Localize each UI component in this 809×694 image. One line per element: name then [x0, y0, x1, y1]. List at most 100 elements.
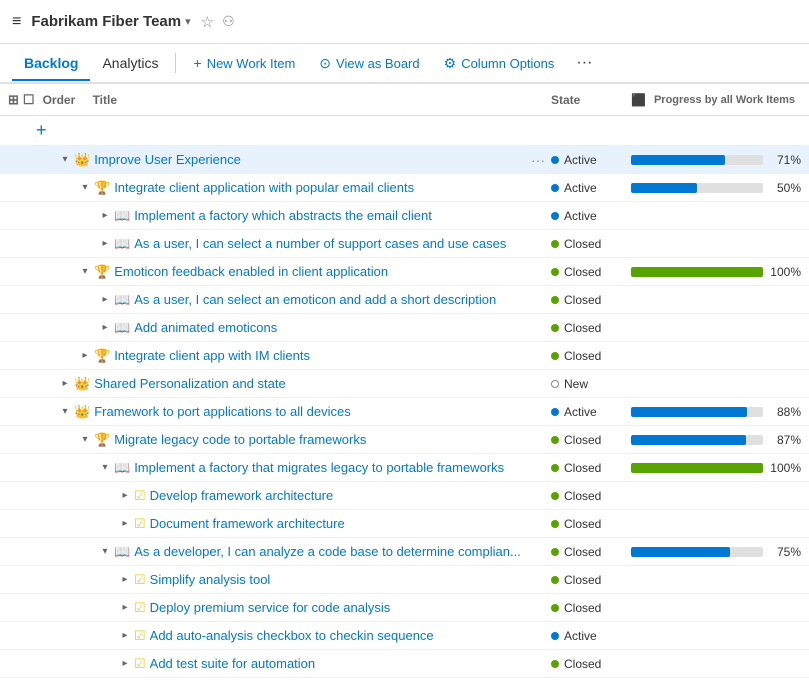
row-title[interactable]: Add test suite for automation: [150, 656, 525, 671]
state-label: Closed: [564, 265, 601, 279]
team-chevron-icon[interactable]: ▾: [185, 15, 191, 28]
star-icon[interactable]: ☆: [201, 13, 214, 31]
row-title[interactable]: Framework to port applications to all de…: [94, 404, 525, 419]
row-title[interactable]: Implement a factory which abstracts the …: [134, 208, 525, 223]
state-label: Active: [564, 629, 597, 643]
row-title[interactable]: As a user, I can select an emoticon and …: [134, 292, 525, 307]
tab-analytics[interactable]: Analytics: [90, 47, 170, 81]
add-col-icon[interactable]: ⊞: [8, 92, 19, 108]
state-label: Active: [564, 153, 597, 167]
row-state: Closed: [551, 293, 631, 307]
table-row[interactable]: ▸ 📖 Add animated emoticons ··· Closed: [0, 314, 809, 342]
column-options-label: Column Options: [461, 56, 554, 71]
state-dot: [551, 632, 559, 640]
progress-bar-fill: [631, 155, 725, 165]
progress-bar-bg: [631, 267, 763, 277]
progress-cell: 50%: [631, 181, 801, 195]
row-expander[interactable]: ▸: [118, 601, 132, 615]
row-type-icon: 📖: [114, 208, 130, 224]
table-row[interactable]: ▸ ☑ Document framework architecture ··· …: [0, 510, 809, 538]
row-type-icon: 👑: [74, 376, 90, 392]
row-title[interactable]: Migrate legacy code to portable framewor…: [114, 432, 525, 447]
table-row[interactable]: ▾ 🏆 Emoticon feedback enabled in client …: [0, 258, 809, 286]
row-expander[interactable]: ▸: [78, 349, 92, 363]
row-title[interactable]: Integrate client app with IM clients: [114, 348, 525, 363]
row-expander[interactable]: ▸: [98, 209, 112, 223]
row-expander[interactable]: ▸: [98, 321, 112, 335]
row-title[interactable]: Shared Personalization and state: [94, 376, 525, 391]
progress-bar-bg: [631, 435, 763, 445]
row-expander[interactable]: ▸: [118, 629, 132, 643]
row-title[interactable]: Add auto-analysis checkbox to checkin se…: [150, 628, 525, 643]
row-expander[interactable]: ▾: [78, 265, 92, 279]
table-row[interactable]: ▸ 🏆 Integrate client app with IM clients…: [0, 342, 809, 370]
table-row[interactable]: ▸ 👑 Shared Personalization and state ···…: [0, 370, 809, 398]
row-title[interactable]: Improve User Experience: [94, 152, 525, 167]
table-row[interactable]: ▸ 📖 As a user, I can select an emoticon …: [0, 286, 809, 314]
progress-bar-bg: [631, 155, 763, 165]
checkbox-col-icon[interactable]: ☐: [23, 92, 35, 108]
people-icon[interactable]: ⚇: [222, 13, 235, 30]
row-title[interactable]: Simplify analysis tool: [150, 572, 525, 587]
row-title[interactable]: Document framework architecture: [150, 516, 525, 531]
state-label: Closed: [564, 237, 601, 251]
row-expander[interactable]: ▾: [98, 461, 112, 475]
row-state: Closed: [551, 601, 631, 615]
table-row[interactable]: ▸ ☑ Add test suite for automation ··· Cl…: [0, 650, 809, 678]
table-row[interactable]: ▾ 🏆 Migrate legacy code to portable fram…: [0, 426, 809, 454]
table-row[interactable]: ▸ 📖 Implement a factory which abstracts …: [0, 202, 809, 230]
table-row[interactable]: ▸ ☑ Deploy premium service for code anal…: [0, 594, 809, 622]
table-row[interactable]: ▸ ☑ Add auto-analysis checkbox to checki…: [0, 622, 809, 650]
progress-bar-fill: [631, 407, 747, 417]
progress-bar-bg: [631, 183, 763, 193]
row-expander[interactable]: ▾: [58, 153, 72, 167]
table-row[interactable]: ▾ 👑 Framework to port applications to al…: [0, 398, 809, 426]
row-title[interactable]: Add animated emoticons: [134, 320, 525, 335]
tab-backlog[interactable]: Backlog: [12, 47, 90, 81]
row-more-button[interactable]: ···: [531, 152, 545, 168]
table-row[interactable]: ▸ ☑ Develop framework architecture ··· C…: [0, 482, 809, 510]
row-expander[interactable]: ▸: [118, 489, 132, 503]
table-row[interactable]: ▾ 📖 As a developer, I can analyze a code…: [0, 538, 809, 566]
hamburger-icon[interactable]: ≡: [12, 13, 21, 31]
table-row[interactable]: ▸ ☑ Simplify analysis tool ··· Closed: [0, 566, 809, 594]
row-expander[interactable]: ▸: [58, 377, 72, 391]
row-state: Closed: [551, 517, 631, 531]
row-title[interactable]: Emoticon feedback enabled in client appl…: [114, 264, 525, 279]
column-options-button[interactable]: ⚙ Column Options: [434, 49, 565, 78]
row-expander[interactable]: ▾: [78, 181, 92, 195]
progress-percent: 100%: [769, 461, 801, 475]
table-row[interactable]: ▾ 👑 Improve User Experience ··· Active 7…: [0, 146, 809, 174]
row-title[interactable]: Implement a factory that migrates legacy…: [134, 460, 525, 475]
row-expander[interactable]: ▸: [118, 657, 132, 671]
row-expander[interactable]: ▸: [118, 517, 132, 531]
state-label: Active: [564, 181, 597, 195]
progress-percent: 88%: [769, 405, 801, 419]
new-work-item-button[interactable]: + New Work Item: [184, 49, 306, 77]
row-type-icon: 🏆: [94, 264, 110, 280]
row-state: New: [551, 377, 631, 391]
table-row[interactable]: ▾ 🏆 Integrate client application with po…: [0, 174, 809, 202]
row-title[interactable]: Develop framework architecture: [150, 488, 525, 503]
table-row[interactable]: ▸ 📖 As a user, I can select a number of …: [0, 230, 809, 258]
row-title[interactable]: As a user, I can select a number of supp…: [134, 236, 525, 251]
row-expander[interactable]: ▸: [118, 573, 132, 587]
add-item-button[interactable]: +: [36, 120, 47, 141]
row-expander[interactable]: ▸: [98, 293, 112, 307]
row-expander[interactable]: ▸: [98, 237, 112, 251]
table-row[interactable]: ▾ 📖 Implement a factory that migrates le…: [0, 454, 809, 482]
more-actions-button[interactable]: ···: [568, 48, 600, 78]
progress-percent: 50%: [769, 181, 801, 195]
row-expander[interactable]: ▾: [98, 545, 112, 559]
row-type-icon: 📖: [114, 544, 130, 560]
row-title[interactable]: As a developer, I can analyze a code bas…: [134, 544, 525, 559]
view-as-board-button[interactable]: ⊙ View as Board: [309, 49, 429, 78]
state-label: Closed: [564, 321, 601, 335]
progress-percent: 71%: [769, 153, 801, 167]
row-title[interactable]: Integrate client application with popula…: [114, 180, 525, 195]
row-expander[interactable]: ▾: [58, 405, 72, 419]
row-title[interactable]: Deploy premium service for code analysis: [150, 600, 525, 615]
progress-bar-bg: [631, 407, 763, 417]
row-type-icon: ☑: [134, 572, 146, 588]
row-expander[interactable]: ▾: [78, 433, 92, 447]
